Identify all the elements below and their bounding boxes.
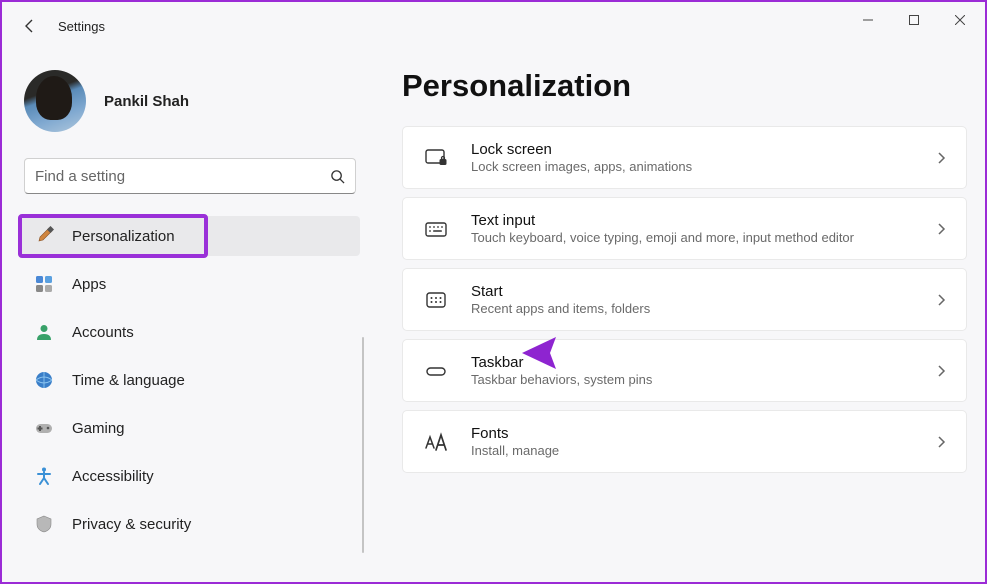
avatar	[24, 70, 86, 132]
minimize-button[interactable]	[845, 4, 891, 36]
shield-icon	[34, 514, 54, 534]
keyboard-icon	[423, 219, 449, 239]
card-desc: Lock screen images, apps, animations	[471, 159, 914, 174]
card-desc: Recent apps and items, folders	[471, 301, 914, 316]
chevron-right-icon	[936, 364, 946, 378]
search-input[interactable]	[35, 168, 330, 185]
taskbar-icon	[423, 361, 449, 381]
person-icon	[34, 322, 54, 342]
card-taskbar[interactable]: Taskbar Taskbar behaviors, system pins	[402, 339, 967, 402]
card-title: Fonts	[471, 425, 914, 442]
card-desc: Touch keyboard, voice typing, emoji and …	[471, 230, 914, 245]
gamepad-icon	[34, 418, 54, 438]
window-controls	[845, 4, 983, 36]
start-menu-icon	[423, 290, 449, 310]
back-button[interactable]	[10, 6, 50, 46]
apps-icon	[34, 274, 54, 294]
chevron-right-icon	[936, 435, 946, 449]
card-title: Lock screen	[471, 141, 914, 158]
sidebar-item-label: Privacy & security	[72, 516, 191, 533]
card-title: Taskbar	[471, 354, 914, 371]
sidebar-item-accessibility[interactable]: Accessibility	[20, 456, 360, 496]
sidebar-item-label: Accounts	[72, 324, 134, 341]
search-icon	[330, 169, 345, 184]
sidebar-scrollbar[interactable]	[362, 337, 364, 553]
chevron-right-icon	[936, 151, 946, 165]
lock-screen-icon	[423, 147, 449, 169]
card-lock-screen[interactable]: Lock screen Lock screen images, apps, an…	[402, 126, 967, 189]
sidebar-item-gaming[interactable]: Gaming	[20, 408, 360, 448]
sidebar-item-label: Personalization	[72, 228, 175, 245]
chevron-right-icon	[936, 293, 946, 307]
maximize-button[interactable]	[891, 4, 937, 36]
fonts-icon	[423, 432, 449, 452]
chevron-right-icon	[936, 222, 946, 236]
main-content: Personalization Lock screen Lock screen …	[372, 50, 985, 582]
sidebar-item-label: Accessibility	[72, 468, 154, 485]
sidebar: Pankil Shah Personalization Apps	[2, 50, 372, 582]
sidebar-item-privacy-security[interactable]: Privacy & security	[20, 504, 360, 544]
profile-section[interactable]: Pankil Shah	[24, 70, 360, 132]
accessibility-icon	[34, 466, 54, 486]
card-start[interactable]: Start Recent apps and items, folders	[402, 268, 967, 331]
sidebar-item-personalization[interactable]: Personalization	[20, 216, 360, 256]
app-title: Settings	[58, 19, 105, 34]
page-title: Personalization	[402, 68, 967, 104]
card-desc: Taskbar behaviors, system pins	[471, 372, 914, 387]
card-text-input[interactable]: Text input Touch keyboard, voice typing,…	[402, 197, 967, 260]
close-button[interactable]	[937, 4, 983, 36]
card-desc: Install, manage	[471, 443, 914, 458]
sidebar-item-label: Gaming	[72, 420, 125, 437]
search-box[interactable]	[24, 158, 356, 194]
card-title: Start	[471, 283, 914, 300]
paintbrush-icon	[34, 226, 54, 246]
card-title: Text input	[471, 212, 914, 229]
sidebar-item-time-language[interactable]: Time & language	[20, 360, 360, 400]
nav-list: Personalization Apps Accounts Time & l	[20, 216, 360, 544]
card-fonts[interactable]: Fonts Install, manage	[402, 410, 967, 473]
sidebar-item-label: Time & language	[72, 372, 185, 389]
sidebar-item-accounts[interactable]: Accounts	[20, 312, 360, 352]
sidebar-item-apps[interactable]: Apps	[20, 264, 360, 304]
sidebar-item-label: Apps	[72, 276, 106, 293]
globe-clock-icon	[34, 370, 54, 390]
titlebar: Settings	[2, 2, 985, 50]
user-name: Pankil Shah	[104, 93, 189, 110]
